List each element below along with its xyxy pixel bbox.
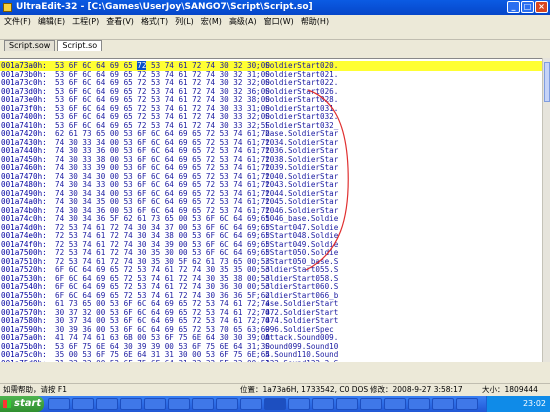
taskbar-item[interactable] <box>168 398 190 410</box>
start-label: start <box>14 398 42 409</box>
taskbar-item[interactable] <box>240 398 262 410</box>
status-position: 位置：1a73a6H, 1733542, C0 DOS <box>240 385 369 394</box>
hex-row[interactable]: 001a75d0h: 31 32 32 00 53 6F 75 6E 64 31 … <box>0 359 542 363</box>
minimize-button[interactable]: _ <box>507 1 520 13</box>
scrollbar-thumb[interactable] <box>544 62 550 102</box>
taskbar-item[interactable] <box>144 398 166 410</box>
menu-help[interactable]: 帮助(H) <box>301 16 329 27</box>
menu-column[interactable]: 列(L) <box>175 16 194 27</box>
taskbar-item[interactable] <box>360 398 382 410</box>
system-tray: 23:02 <box>486 396 550 412</box>
tab-script-so[interactable]: Script.so <box>57 40 103 51</box>
taskbar-item[interactable] <box>312 398 334 410</box>
close-button[interactable]: × <box>535 1 548 13</box>
row-address: 001a75d0h: <box>1 359 47 363</box>
ultraedit-window: UltraEdit-32 - [C:\Games\UserJoy\SANGO7\… <box>0 0 550 412</box>
hex-editor[interactable]: 001a73a0h: 53 6F 6C 64 69 65 72 53 74 61 … <box>0 58 542 362</box>
taskbar-item[interactable] <box>288 398 310 410</box>
taskbar-item[interactable] <box>120 398 142 410</box>
windows-flag-icon <box>3 400 11 408</box>
taskbar-item[interactable] <box>384 398 406 410</box>
menu-format[interactable]: 格式(T) <box>141 16 168 27</box>
taskbar: start 23:02 <box>0 396 550 412</box>
status-help: 如需帮助，请按 F1 <box>3 385 67 394</box>
taskbar-item[interactable] <box>96 398 118 410</box>
menu-macro[interactable]: 宏(M) <box>201 16 222 27</box>
window-title: UltraEdit-32 - [C:\Games\UserJoy\SANGO7\… <box>16 2 313 12</box>
status-modified: 修改：2008-9-27 3:58:17 <box>370 385 463 394</box>
status-bar: 如需帮助，请按 F1 位置：1a73a6H, 1733542, C0 DOS 修… <box>0 383 550 395</box>
start-button[interactable]: start <box>0 396 44 412</box>
maximize-button[interactable]: □ <box>521 1 534 13</box>
status-size: 大小：1809444 <box>482 385 538 394</box>
menu-view[interactable]: 查看(V) <box>106 16 134 27</box>
menu-project[interactable]: 工程(P) <box>72 16 99 27</box>
hex-bytes: 31 32 32 00 53 6F 75 6E 64 31 32 32 5F 3… <box>55 359 270 363</box>
taskbar-buttons <box>48 398 478 410</box>
menu-file[interactable]: 文件(F) <box>4 16 31 27</box>
file-tabs: Script.sow Script.so <box>0 40 550 51</box>
app-icon <box>3 3 12 12</box>
taskbar-item[interactable] <box>336 398 358 410</box>
menu-window[interactable]: 窗口(W) <box>264 16 294 27</box>
taskbar-item[interactable] <box>192 398 214 410</box>
menu-edit[interactable]: 编辑(E) <box>38 16 65 27</box>
vertical-scrollbar[interactable] <box>542 58 550 362</box>
taskbar-item[interactable] <box>48 398 70 410</box>
taskbar-item[interactable] <box>408 398 430 410</box>
taskbar-item[interactable] <box>432 398 454 410</box>
taskbar-item[interactable] <box>72 398 94 410</box>
menu-advanced[interactable]: 高级(A) <box>229 16 257 27</box>
title-bar[interactable]: UltraEdit-32 - [C:\Games\UserJoy\SANGO7\… <box>0 0 550 15</box>
taskbar-item-ultraedit[interactable] <box>264 398 286 410</box>
tab-script-sow[interactable]: Script.sow <box>4 40 56 51</box>
clock: 23:02 <box>522 399 546 408</box>
taskbar-item[interactable] <box>456 398 478 410</box>
row-hex-bytes[interactable]: 31 32 32 00 53 6F 75 6E 64 31 32 32 5F 3… <box>55 359 270 363</box>
menu-bar: 文件(F) 编辑(E) 工程(P) 查看(V) 格式(T) 列(L) 宏(M) … <box>0 15 550 28</box>
toolbar <box>0 28 550 40</box>
taskbar-item[interactable] <box>216 398 238 410</box>
row-ascii[interactable]: ; 122.Sound122_2.S <box>256 359 338 363</box>
